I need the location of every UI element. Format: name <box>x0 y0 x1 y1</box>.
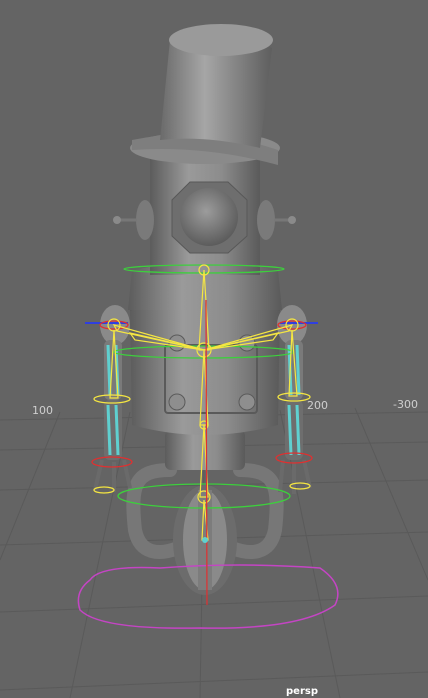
top-hat[interactable] <box>130 24 280 165</box>
right-ear <box>257 200 275 240</box>
wheel-joint[interactable] <box>202 537 208 543</box>
camera-label: persp <box>286 686 318 697</box>
grid-label-100: 100 <box>32 404 53 417</box>
wheel-assembly[interactable] <box>126 463 284 595</box>
eye-icon <box>171 181 248 254</box>
grid-label-200: 200 <box>307 399 328 412</box>
grid-label-neg300: -300 <box>393 398 418 411</box>
left-ear <box>136 200 154 240</box>
character-rig-icon[interactable] <box>93 24 312 595</box>
viewport-canvas[interactable]: 100 200 -300 persp <box>0 0 428 698</box>
viewport-3d-persp[interactable]: 100 200 -300 persp <box>0 0 428 698</box>
